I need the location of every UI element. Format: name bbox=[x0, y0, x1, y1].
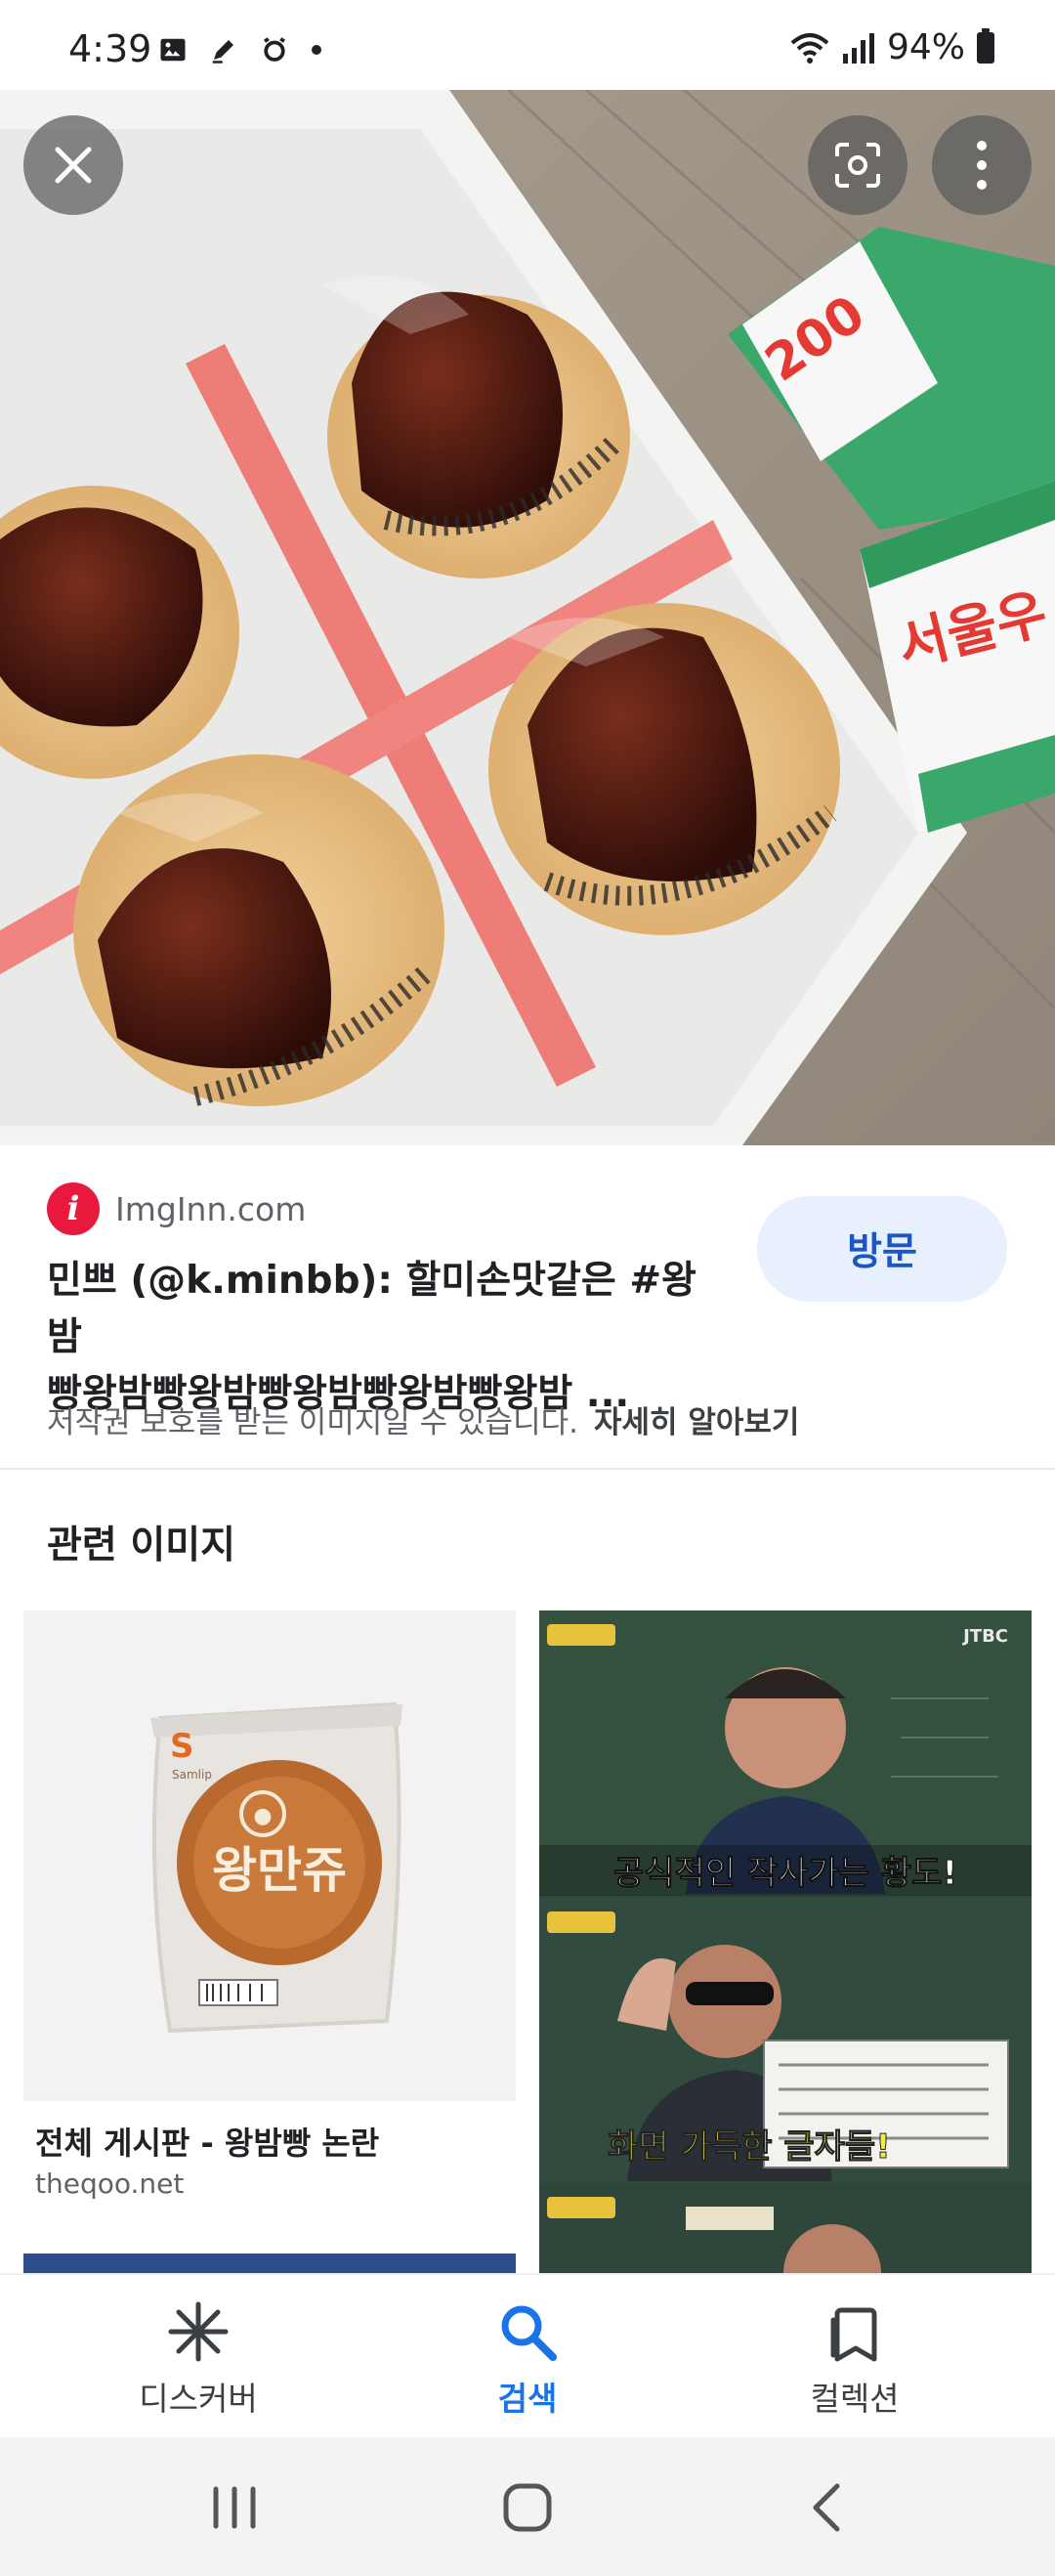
related-images-heading: 관련 이미지 bbox=[47, 1524, 235, 1567]
result-title-line: 민쁘 (@k.minbb): 할미손맛같은 #왕밤 bbox=[47, 1259, 696, 1359]
battery-icon bbox=[977, 27, 994, 64]
close-button[interactable] bbox=[23, 115, 123, 215]
preview-photo: 200 서울우 bbox=[0, 90, 1055, 1145]
related-image-card[interactable]: ● 왕만쥬 S Samlip bbox=[23, 1610, 516, 2101]
nav-search-label: 검색 bbox=[497, 2380, 558, 2418]
channel-logo: JTBC bbox=[961, 1626, 1008, 1647]
site-row[interactable]: i ImgInn.com bbox=[47, 1182, 306, 1235]
copyright-notice: 저작권 보호를 받는 이미지일 수 있습니다. 자세히 알아보기 bbox=[47, 1397, 799, 1441]
close-icon bbox=[55, 147, 92, 184]
nav-search[interactable]: 검색 bbox=[420, 2300, 635, 2420]
home-icon bbox=[503, 2483, 552, 2532]
lens-icon bbox=[835, 143, 880, 188]
back-button[interactable] bbox=[787, 2476, 865, 2539]
caption-text-2: 화면 가득한 글자들! bbox=[608, 2127, 890, 2167]
related-image-title[interactable]: 전체 게시판 - 왕밤빵 논란 bbox=[35, 2119, 379, 2164]
status-system-icons: 94% bbox=[789, 27, 994, 67]
dot-icon bbox=[312, 45, 321, 55]
site-name: ImgInn.com bbox=[115, 1189, 307, 1228]
image-preview[interactable]: 200 서울우 bbox=[0, 90, 1055, 1145]
recents-icon bbox=[213, 2486, 256, 2529]
caption-text-1: 공식적인 작사가는 황도! bbox=[613, 1854, 957, 1893]
gallery-icon bbox=[160, 38, 186, 62]
svg-text:●: ● bbox=[253, 1804, 272, 1828]
status-notification-icons bbox=[158, 35, 322, 64]
status-time: 4:39 bbox=[68, 27, 152, 70]
signal-icon bbox=[842, 32, 874, 64]
more-options-button[interactable] bbox=[932, 115, 1032, 215]
recents-button[interactable] bbox=[195, 2476, 274, 2539]
nav-discover[interactable]: 디스커버 bbox=[91, 2300, 306, 2420]
bottom-navigation: 디스커버 검색 컬렉션 bbox=[0, 2273, 1055, 2437]
search-icon bbox=[501, 2305, 557, 2361]
status-bar: 4:39 94% bbox=[0, 0, 1055, 90]
asterisk-icon bbox=[168, 2301, 229, 2362]
wifi-icon bbox=[790, 32, 829, 64]
alarm-icon bbox=[263, 37, 286, 62]
visit-button[interactable]: 방문 bbox=[757, 1196, 1007, 1302]
brand-logo-text: S bbox=[170, 1727, 194, 1766]
system-navigation-bar bbox=[0, 2437, 1055, 2576]
related-image-source: theqoo.net bbox=[35, 2168, 185, 2200]
lens-button[interactable] bbox=[808, 115, 907, 215]
copyright-text: 저작권 보호를 받는 이미지일 수 있습니다. bbox=[47, 1405, 578, 1440]
brand-subtext: Samlip bbox=[172, 1768, 212, 1782]
product-name-text: 왕만쥬 bbox=[212, 1842, 347, 1899]
home-button[interactable] bbox=[488, 2476, 567, 2539]
learn-more-link[interactable]: 자세히 알아보기 bbox=[594, 1405, 799, 1440]
battery-percentage: 94% bbox=[886, 27, 965, 67]
source-info: i ImgInn.com 민쁘 (@k.minbb): 할미손맛같은 #왕밤 빵… bbox=[0, 1145, 1055, 1468]
section-divider bbox=[0, 1468, 1055, 1470]
bookmarks-icon bbox=[830, 2307, 877, 2362]
back-icon bbox=[813, 2483, 840, 2532]
site-favicon: i bbox=[47, 1182, 100, 1235]
related-image-thumbnail: JTBC 공식적인 작사가는 황도! 화면 가득한 글자들! bbox=[539, 1610, 1032, 2273]
nav-discover-label: 디스커버 bbox=[139, 2380, 258, 2418]
nav-collections-label: 컬렉션 bbox=[810, 2380, 900, 2418]
nav-collections[interactable]: 컬렉션 bbox=[747, 2300, 962, 2420]
related-image-thumbnail: ● 왕만쥬 S Samlip bbox=[23, 1610, 516, 2101]
related-image-card[interactable]: JTBC 공식적인 작사가는 황도! 화면 가득한 글자들! bbox=[539, 1610, 1032, 2273]
more-vert-icon bbox=[977, 141, 987, 190]
pen-icon bbox=[212, 40, 233, 64]
